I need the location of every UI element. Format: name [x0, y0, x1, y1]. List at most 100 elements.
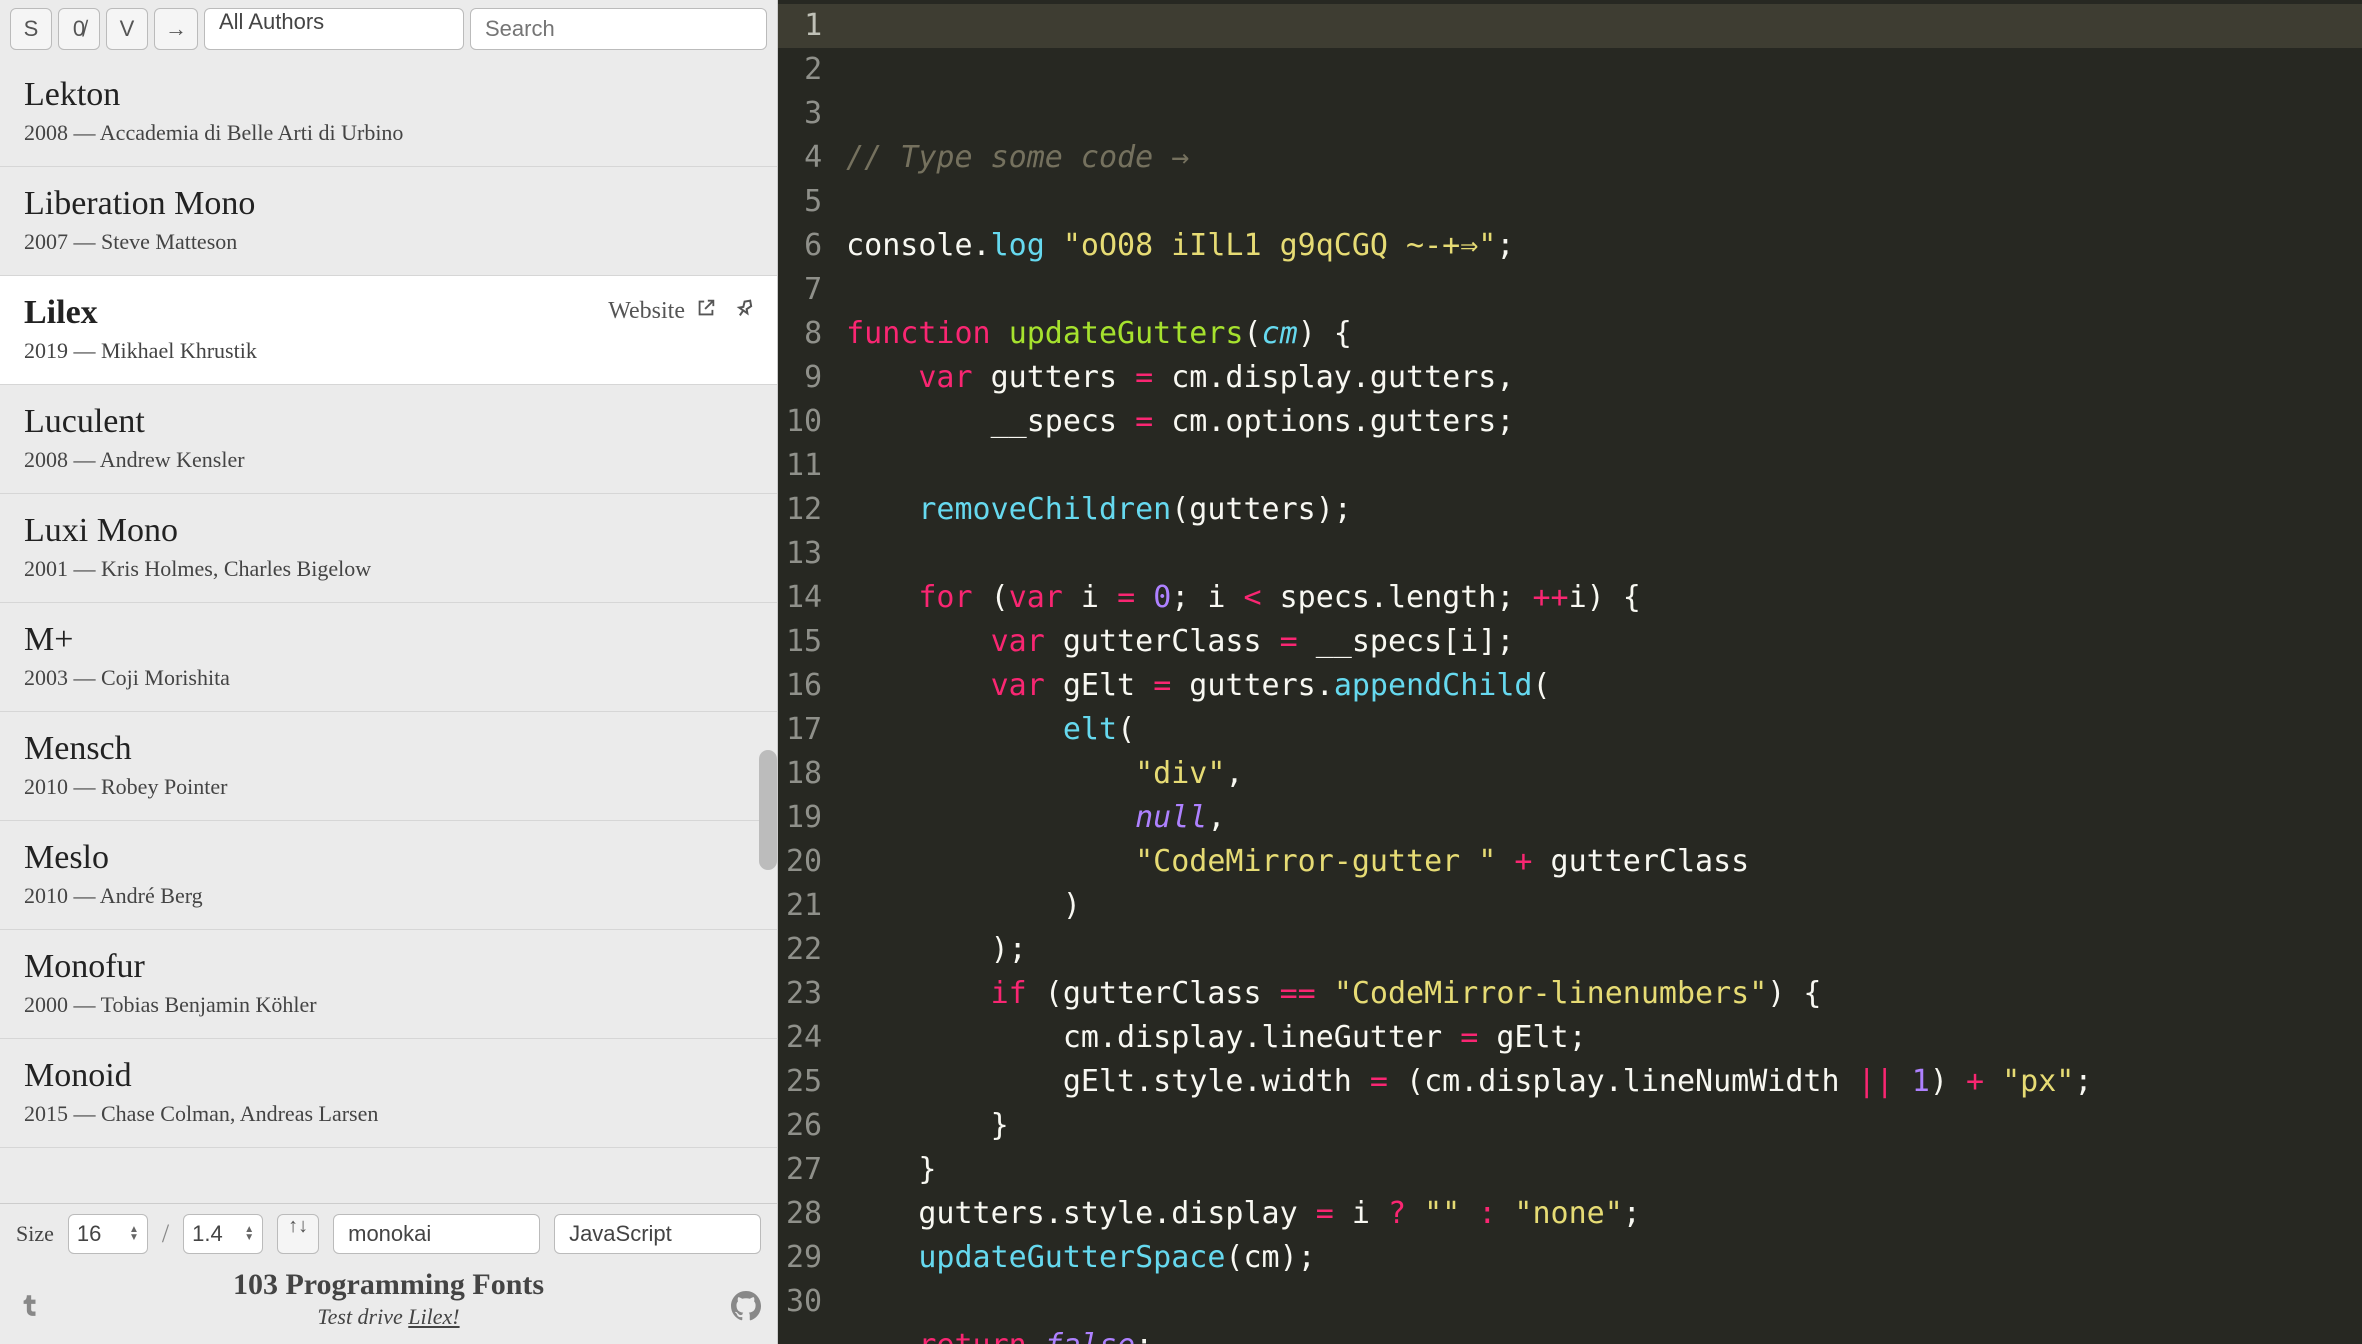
code-line — [846, 268, 2362, 312]
website-link[interactable]: Website — [608, 297, 717, 326]
toolbar: S 0̸ V → All Authors — [0, 0, 777, 58]
font-item[interactable]: Lekton 2008 — Accademia di Belle Arti di … — [0, 58, 777, 167]
search-input[interactable] — [470, 8, 767, 50]
code-line: function updateGutters(cm) { — [846, 312, 2362, 356]
line-number: 12 — [786, 488, 822, 532]
font-size-input[interactable]: 16 ▲▼ — [68, 1214, 148, 1254]
font-name: M+ — [24, 621, 753, 659]
size-label: Size — [16, 1221, 54, 1247]
font-name: Monoid — [24, 1057, 753, 1095]
code-line: __specs = cm.options.gutters; — [846, 400, 2362, 444]
font-name: Meslo — [24, 839, 753, 877]
line-number: 3 — [786, 92, 822, 136]
line-number: 25 — [786, 1060, 822, 1104]
code-content[interactable]: // Type some code → console.log "oO08 iI… — [834, 0, 2362, 1344]
footer-title: 103 Programming Fonts — [16, 1268, 761, 1302]
font-meta: 2010 — André Berg — [24, 883, 753, 909]
footer-font-link[interactable]: Lilex! — [408, 1304, 459, 1329]
swap-button[interactable]: ↑↓ — [277, 1214, 319, 1254]
code-line — [846, 1280, 2362, 1324]
code-line: gutters.style.display = i ? "" : "none"; — [846, 1192, 2362, 1236]
font-size-value: 16 — [77, 1221, 101, 1247]
next-font-button[interactable]: → — [154, 8, 198, 50]
line-number: 9 — [786, 356, 822, 400]
code-line: "div", — [846, 752, 2362, 796]
theme-select[interactable]: monokai — [333, 1214, 540, 1254]
font-item[interactable]: M+ 2003 — Coji Morishita — [0, 603, 777, 712]
font-name: Luculent — [24, 403, 753, 441]
code-line: } — [846, 1148, 2362, 1192]
line-number: 28 — [786, 1192, 822, 1236]
line-number: 30 — [786, 1280, 822, 1324]
code-line: updateGutterSpace(cm); — [846, 1236, 2362, 1280]
font-name: Monofur — [24, 948, 753, 986]
toggle-ligatures-s-button[interactable]: S — [10, 8, 52, 50]
code-line: ); — [846, 928, 2362, 972]
authors-filter-select[interactable]: All Authors — [204, 8, 464, 50]
pin-icon[interactable] — [733, 296, 757, 327]
font-meta: 2019 — Mikhael Khrustik — [24, 338, 753, 364]
footer-subtitle: Test drive Lilex! — [16, 1304, 761, 1330]
line-number: 16 — [786, 664, 822, 708]
line-number: 15 — [786, 620, 822, 664]
github-icon[interactable] — [731, 1291, 761, 1326]
font-name: Luxi Mono — [24, 512, 753, 550]
line-number: 5 — [786, 180, 822, 224]
font-item[interactable]: Liberation Mono 2007 — Steve Matteson — [0, 167, 777, 276]
line-number: 11 — [786, 444, 822, 488]
font-list[interactable]: Lekton 2008 — Accademia di Belle Arti di … — [0, 58, 777, 1203]
line-number: 29 — [786, 1236, 822, 1280]
line-number: 13 — [786, 532, 822, 576]
font-item[interactable]: Monoid 2015 — Chase Colman, Andreas Larse… — [0, 1039, 777, 1148]
toggle-v-button[interactable]: V — [106, 8, 148, 50]
divider-slash: / — [162, 1219, 169, 1249]
line-number: 6 — [786, 224, 822, 268]
language-select[interactable]: JavaScript — [554, 1214, 761, 1254]
code-line: if (gutterClass == "CodeMirror-linenumbe… — [846, 972, 2362, 1016]
external-link-icon — [695, 297, 717, 326]
font-item[interactable]: Luculent2008 — Andrew Kensler — [0, 385, 777, 494]
scrollbar-thumb[interactable] — [759, 750, 777, 870]
font-name: Lekton — [24, 76, 753, 114]
code-line — [846, 532, 2362, 576]
spinner-icon[interactable]: ▲▼ — [244, 1226, 254, 1242]
font-item[interactable]: Meslo 2010 — André Berg — [0, 821, 777, 930]
website-link-label: Website — [608, 298, 685, 325]
font-item[interactable]: Luxi Mono2001 — Kris Holmes, Charles Big… — [0, 494, 777, 603]
font-item-actions: Website — [608, 296, 757, 327]
code-line: for (var i = 0; i < specs.length; ++i) { — [846, 576, 2362, 620]
code-line: var gutterClass = __specs[i]; — [846, 620, 2362, 664]
line-number: 18 — [786, 752, 822, 796]
line-height-input[interactable]: 1.4 ▲▼ — [183, 1214, 263, 1254]
line-number: 21 — [786, 884, 822, 928]
code-line: removeChildren(gutters); — [846, 488, 2362, 532]
code-editor[interactable]: 1234567891011121314151617181920212223242… — [778, 0, 2362, 1344]
font-item[interactable]: Mensch2010 — Robey Pointer — [0, 712, 777, 821]
code-line — [846, 180, 2362, 224]
font-item[interactable]: Monofur2000 — Tobias Benjamin Köhler — [0, 930, 777, 1039]
font-meta: 2003 — Coji Morishita — [24, 665, 753, 691]
line-number: 22 — [786, 928, 822, 972]
code-line: "CodeMirror-gutter " + gutterClass — [846, 840, 2362, 884]
line-number: 14 — [786, 576, 822, 620]
toggle-zero-button[interactable]: 0̸ — [58, 8, 100, 50]
font-name: Liberation Mono — [24, 185, 753, 223]
active-line-highlight — [834, 4, 2362, 48]
line-number: 19 — [786, 796, 822, 840]
line-number: 2 — [786, 48, 822, 92]
tumblr-icon[interactable] — [16, 1289, 42, 1326]
font-meta: 2007 — Steve Matteson — [24, 229, 753, 255]
font-item[interactable]: Lilex2019 — Mikhael KhrustikWebsite — [0, 276, 777, 385]
line-number: 17 — [786, 708, 822, 752]
bottom-controls: Size 16 ▲▼ / 1.4 ▲▼ ↑↓ monokai JavaScrip… — [0, 1203, 777, 1344]
line-number-gutter: 1234567891011121314151617181920212223242… — [778, 0, 834, 1344]
line-number: 27 — [786, 1148, 822, 1192]
code-line: null, — [846, 796, 2362, 840]
code-line: cm.display.lineGutter = gElt; — [846, 1016, 2362, 1060]
line-number: 23 — [786, 972, 822, 1016]
sidebar: S 0̸ V → All Authors Lekton 2008 — Accade… — [0, 0, 778, 1344]
code-line: // Type some code → — [846, 136, 2362, 180]
font-meta: 2008 — Accademia di Belle Arti di Urbino — [24, 120, 753, 146]
spinner-icon[interactable]: ▲▼ — [129, 1226, 139, 1242]
font-meta: 2015 — Chase Colman, Andreas Larsen — [24, 1101, 753, 1127]
